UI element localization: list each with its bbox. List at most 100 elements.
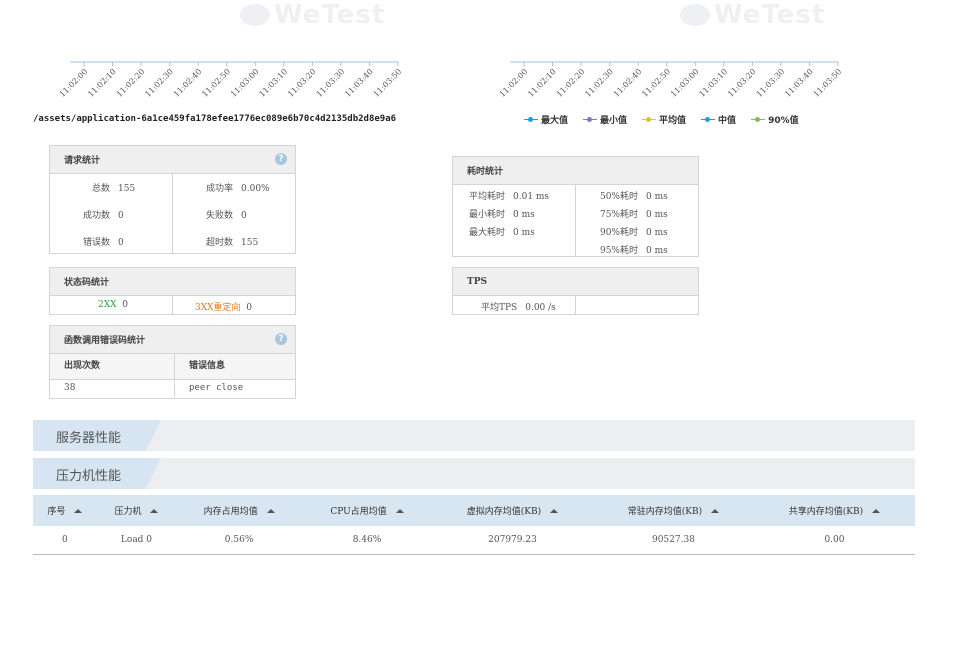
request-stat-label: 成功率 (205, 184, 233, 194)
table-cell: 0 (33, 526, 97, 555)
request-stats-title: 请求统计 (64, 156, 101, 166)
status-code-panel: 状态码统计 2XX 0 3XX重定向 0 (49, 267, 296, 315)
latency-stats-title: 耗时统计 (467, 167, 504, 177)
left-chart-tick-label: 11:03:40 (343, 67, 375, 99)
help-icon[interactable]: ? (275, 153, 287, 165)
perf-column-header[interactable]: 压力机 (96, 495, 177, 526)
right-chart-tick-label: 11:02:50 (640, 67, 672, 99)
legend-item[interactable]: 90%值 (751, 113, 799, 126)
legend-item[interactable]: 中值 (701, 113, 736, 126)
error-count-cell: 38 (64, 383, 76, 393)
left-chart-tick-label: 11:02:50 (200, 67, 232, 99)
perf-column-header[interactable]: 虚拟内存均值(KB) (431, 495, 593, 526)
request-stats-panel: 请求统计 ? 总数 155 成功数 0 错误数 0 成功率 0.00% 失败数 0 超时数 155 (49, 145, 296, 254)
latency-stat-value: 0 ms (646, 228, 668, 238)
column-label: 虚拟内存均值(KB) (466, 507, 542, 517)
loader-perf-section[interactable]: 压力机性能 (33, 458, 915, 489)
right-chart-tick-label: 11:03:50 (812, 67, 844, 99)
status-code-header: 状态码统计 (50, 268, 295, 296)
right-chart-tick-label: 11:02:00 (500, 67, 529, 99)
legend-item[interactable]: 平均值 (642, 113, 686, 126)
request-stats-header: 请求统计 ? (50, 146, 295, 174)
asset-url-text: /assets/application-6a1ce459fa178efee177… (33, 114, 397, 124)
perf-column-header[interactable]: CPU占用均值 (302, 495, 432, 526)
legend-label: 平均值 (659, 116, 687, 126)
request-stat-row: 成功数 0 (60, 208, 124, 221)
perf-column-header[interactable]: 序号 (33, 495, 97, 526)
latency-left-column: 平均耗时 0.01 ms 最小耗时 0 ms 最大耗时 0 ms (453, 185, 575, 256)
server-perf-section[interactable]: 服务器性能 (33, 420, 915, 451)
perf-table-header: 序号 压力机 内存占用均值 CPU占用均值 虚拟内存均值(KB) 常驻内存均值(KB) 共享… (33, 495, 915, 526)
request-stats-left-column: 总数 155 成功数 0 错误数 0 (50, 174, 172, 253)
table-cell: 8.46% (302, 526, 432, 555)
perf-column-header[interactable]: 内存占用均值 (176, 495, 303, 526)
tps-header: TPS (453, 268, 698, 296)
sort-arrow-icon[interactable] (74, 509, 83, 513)
loader-perf-table: 序号 压力机 内存占用均值 CPU占用均值 虚拟内存均值(KB) 常驻内存均值(KB) 共享… (33, 495, 915, 555)
latency-stat-label: 平均耗时 (468, 192, 505, 202)
server-perf-title: 服务器性能 (56, 431, 122, 446)
legend-marker-icon (583, 116, 598, 124)
table-cell: 207979.23 (431, 526, 593, 555)
tps-avg-value: 0.00 /s (525, 303, 556, 313)
sort-arrow-icon[interactable] (266, 509, 275, 513)
status-2xx: 2XX 0 (50, 296, 172, 314)
right-chart-tick-label: 11:03:20 (726, 67, 758, 99)
watermark-icon (240, 4, 270, 26)
perf-column-header[interactable]: 共享内存均值(KB) (753, 495, 915, 526)
sort-arrow-icon[interactable] (872, 509, 881, 513)
request-stat-value: 0 (118, 211, 124, 221)
sort-arrow-icon[interactable] (711, 509, 720, 513)
request-stat-value: 155 (118, 184, 136, 194)
help-icon[interactable]: ? (275, 333, 287, 345)
sort-arrow-icon[interactable] (150, 509, 159, 513)
right-chart-tick-label: 11:02:10 (526, 67, 558, 99)
tps-title: TPS (467, 276, 487, 287)
latency-stat-label: 90%耗时 (599, 228, 638, 238)
legend-marker-icon (701, 116, 716, 124)
right-chart-tick-label: 11:02:40 (612, 67, 644, 99)
left-chart-tick-label: 11:02:20 (115, 67, 147, 99)
tps-empty-cell (575, 296, 698, 314)
request-stat-value: 0 (241, 211, 247, 221)
latency-stat-value: 0.01 ms (513, 192, 550, 202)
legend-item[interactable]: 最小值 (583, 113, 627, 126)
perf-column-header[interactable]: 常驻内存均值(KB) (592, 495, 754, 526)
latency-stat-row: 50%耗时 0 ms (588, 189, 668, 202)
error-message-cell: peer close (174, 380, 295, 397)
latency-right-column: 50%耗时 0 ms 75%耗时 0 ms 90%耗时 0 ms 95%耗时 0 ms (575, 185, 698, 256)
sort-arrow-icon[interactable] (395, 509, 404, 513)
table-row: 38 peer close (50, 380, 295, 397)
left-chart-tick-label: 11:03:30 (315, 67, 347, 99)
latency-stat-row: 最大耗时 0 ms (465, 225, 535, 238)
sort-arrow-icon[interactable] (550, 509, 559, 513)
latency-stat-label: 最小耗时 (468, 210, 505, 220)
loader-perf-title: 压力机性能 (56, 469, 122, 484)
legend-item[interactable]: 最大值 (524, 113, 568, 126)
legend-label: 中值 (718, 116, 737, 126)
table-cell: 0.56% (176, 526, 303, 555)
request-stat-label: 总数 (91, 184, 110, 194)
request-stat-row: 失败数 0 (183, 208, 247, 221)
left-chart-x-axis: 11:02:0011:02:1011:02:2011:02:3011:02:40… (60, 61, 403, 99)
legend-marker-icon (751, 116, 766, 124)
request-stat-value: 155 (241, 238, 259, 248)
table-row: 0 Load 0 0.56% 8.46% 207979.23 90527.38 0.00 (33, 526, 915, 555)
left-chart-tick-label: 11:02:40 (172, 67, 204, 99)
col-header-message: 错误信息 (174, 354, 295, 379)
request-stats-right-column: 成功率 0.00% 失败数 0 超时数 155 (172, 174, 295, 253)
right-chart-tick-label: 11:03:30 (755, 67, 787, 99)
latency-stat-row: 95%耗时 0 ms (588, 243, 668, 256)
status-3xx: 3XX重定向 0 (172, 296, 295, 314)
column-label: 常驻内存均值(KB) (627, 507, 703, 517)
request-stat-value: 0 (118, 238, 124, 248)
watermark-logo: WeTest (240, 0, 385, 30)
legend-marker-icon (642, 116, 657, 124)
legend-label: 最小值 (600, 116, 628, 126)
status-code-title: 状态码统计 (64, 278, 110, 288)
right-chart-tick-label: 11:02:30 (583, 67, 615, 99)
watermark-logo-right: WeTest (680, 0, 825, 30)
func-error-header: 函数调用错误码统计 ? (50, 326, 295, 354)
legend-label: 90%值 (768, 116, 799, 126)
latency-stat-row: 最小耗时 0 ms (465, 207, 535, 220)
